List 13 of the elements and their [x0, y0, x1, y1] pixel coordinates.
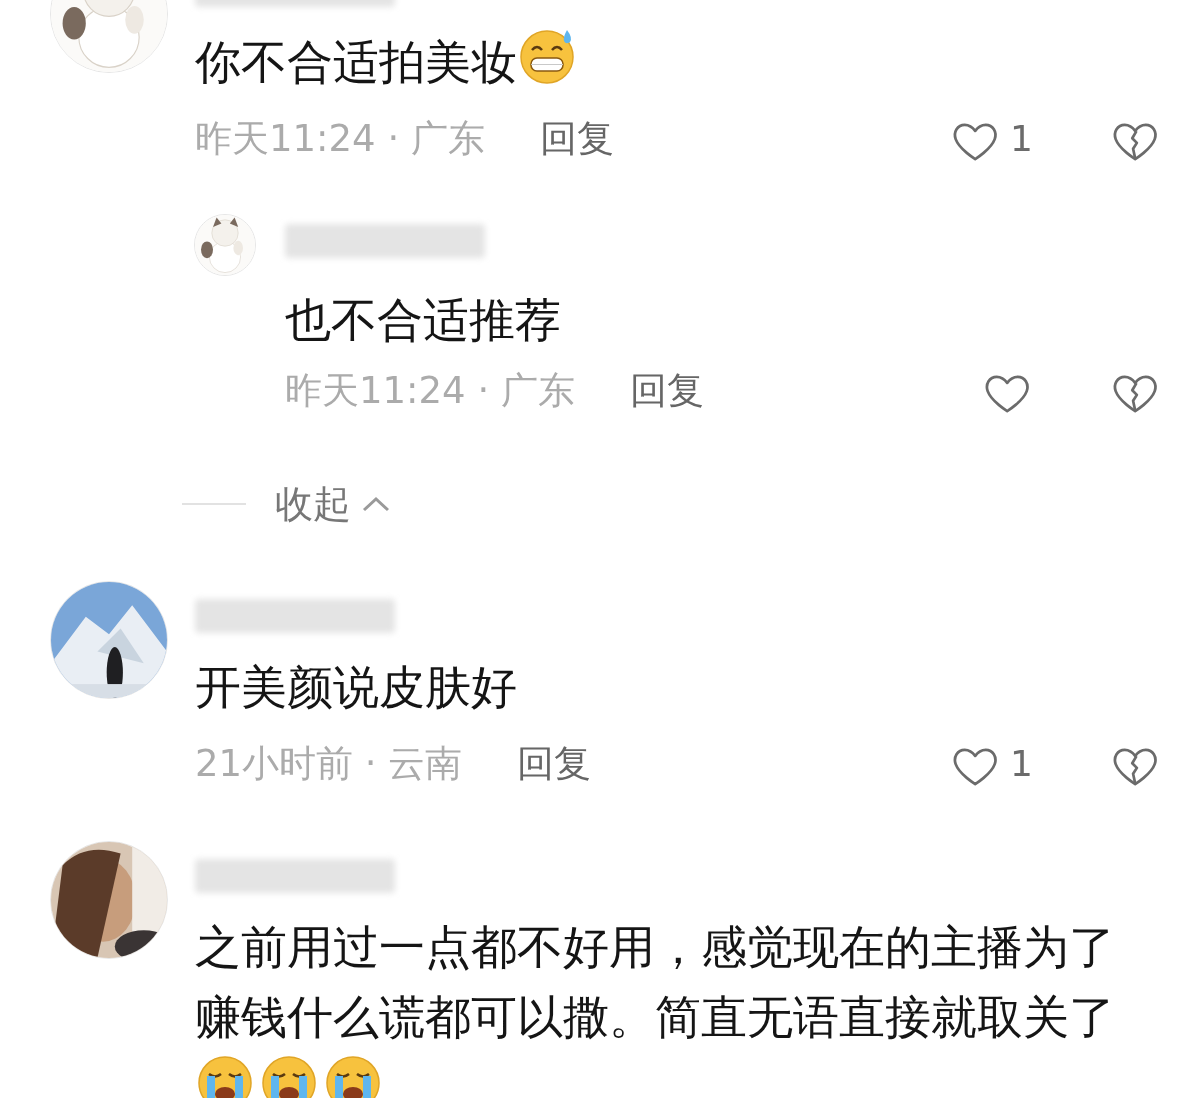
comment-time-location: 21小时前 · 云南: [195, 741, 463, 788]
like-button[interactable]: 1: [950, 112, 1032, 166]
comment-text: 你不合适拍美妆: [195, 26, 1145, 97]
comment-text: 也不合适推荐: [285, 292, 562, 349]
comment-time-location: 昨天11:24 · 广东: [285, 368, 575, 415]
reply-link[interactable]: 回复: [517, 736, 592, 792]
comment-text: 之前用过一点都不好用，感觉现在的主播为了赚钱什么谎都可以撒。简直无语直接就取关了: [195, 912, 1145, 1098]
comment-time-location: 昨天11:24 · 广东: [195, 116, 485, 163]
reply-link[interactable]: 回复: [629, 363, 704, 419]
like-button[interactable]: 1: [950, 737, 1032, 791]
reply-link[interactable]: 回复: [539, 111, 614, 167]
collapse-button[interactable]: 收起: [275, 475, 391, 533]
comment-text: 开美颜说皮肤好: [195, 659, 518, 716]
